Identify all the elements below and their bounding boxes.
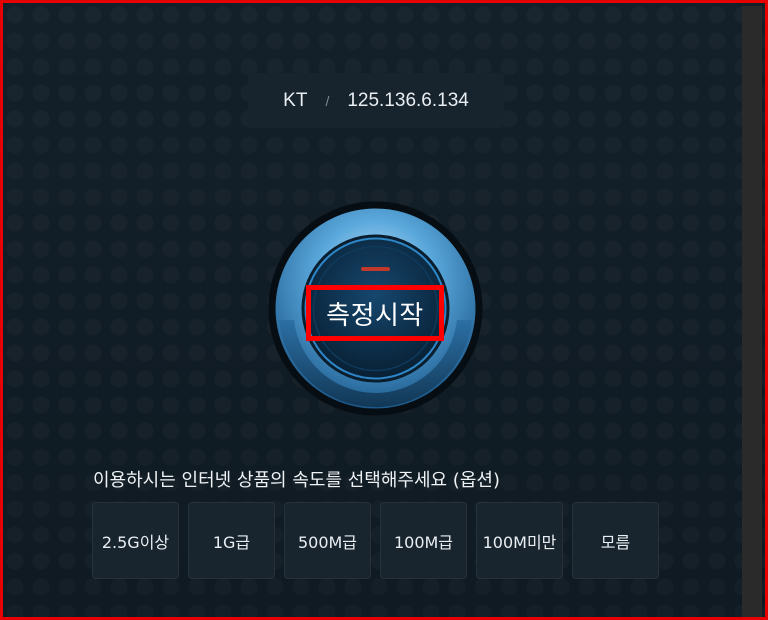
start-test-button[interactable]: 측정시작 (306, 285, 444, 341)
speed-option-500m[interactable]: 500M급 (284, 502, 371, 579)
speed-option-1g[interactable]: 1G급 (188, 502, 275, 579)
ip-address: 125.136.6.134 (347, 89, 469, 111)
separator: / (325, 92, 330, 109)
speed-selection-prompt: 이용하시는 인터넷 상품의 속도를 선택해주세요 (옵션) (93, 470, 500, 491)
page-frame: KT / 125.136.6.134 측정시작 이용하시는 인터넷 상품의 속도… (0, 0, 768, 620)
scrollbar[interactable] (742, 6, 762, 617)
speed-option-unknown[interactable]: 모름 (572, 502, 659, 579)
speed-option-2-5g[interactable]: 2.5G이상 (92, 502, 179, 579)
speed-option-under-100m[interactable]: 100M미만 (476, 502, 563, 579)
speed-option-100m[interactable]: 100M급 (380, 502, 467, 579)
indicator-mark (361, 267, 390, 271)
speed-options: 2.5G이상 1G급 500M급 100M급 100M미만 모름 (92, 502, 659, 579)
isp-name: KT (283, 89, 308, 111)
connection-info: KT / 125.136.6.134 (248, 73, 504, 128)
